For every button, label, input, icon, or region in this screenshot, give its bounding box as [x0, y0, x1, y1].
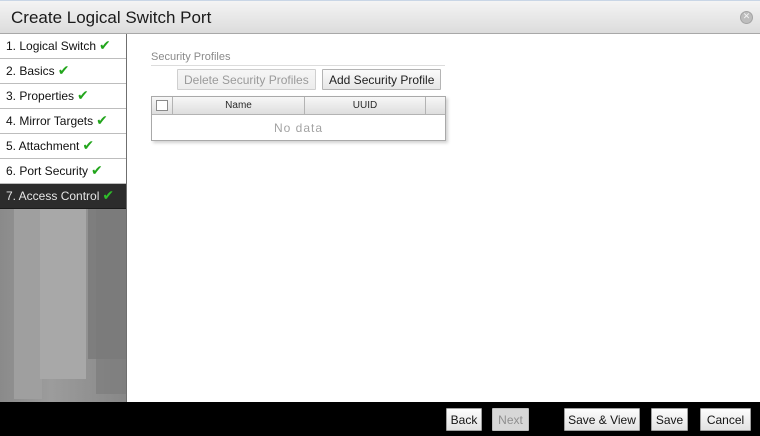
- wizard-content: Security Profiles Delete Security Profil…: [127, 34, 760, 402]
- step-label: 4. Mirror Targets: [6, 114, 94, 128]
- select-all-column: [152, 97, 173, 115]
- step-label: 7. Access Control: [6, 189, 100, 203]
- column-header-uuid[interactable]: UUID: [305, 97, 426, 115]
- wizard-step-basics[interactable]: 2. Basics ✔: [0, 59, 126, 84]
- security-profiles-table: Name UUID No data: [151, 96, 446, 141]
- table-header: Name UUID: [152, 97, 445, 115]
- select-all-checkbox[interactable]: [156, 100, 168, 111]
- section-title: Security Profiles: [151, 51, 231, 63]
- section-divider: [151, 65, 445, 66]
- save-and-view-button[interactable]: Save & View: [564, 408, 640, 431]
- checkmark-icon: ✔: [102, 188, 115, 204]
- column-menu-spacer: [426, 97, 445, 115]
- sidebar-decoration: [40, 209, 86, 379]
- step-label: 2. Basics: [6, 64, 55, 78]
- step-label: 1. Logical Switch: [6, 39, 97, 53]
- dialog-titlebar: Create Logical Switch Port ✕: [0, 0, 760, 34]
- save-button[interactable]: Save: [651, 408, 688, 431]
- sidebar-decoration: [96, 209, 126, 394]
- checkmark-icon: ✔: [77, 88, 89, 104]
- checkmark-icon: ✔: [91, 163, 103, 179]
- step-label: 6. Port Security: [6, 164, 89, 178]
- wizard-step-mirror-targets[interactable]: 4. Mirror Targets ✔: [0, 109, 126, 134]
- step-label: 3. Properties: [6, 89, 75, 103]
- cancel-button[interactable]: Cancel: [700, 408, 751, 431]
- checkmark-icon: ✔: [96, 113, 108, 129]
- dialog-title: Create Logical Switch Port: [11, 8, 212, 27]
- step-label: 5. Attachment: [6, 139, 80, 153]
- add-security-profile-button[interactable]: Add Security Profile: [322, 69, 442, 90]
- wizard-step-properties[interactable]: 3. Properties ✔: [0, 84, 126, 109]
- delete-security-profiles-button[interactable]: Delete Security Profiles: [177, 69, 316, 90]
- wizard-step-port-security[interactable]: 6. Port Security ✔: [0, 159, 126, 184]
- empty-table-message: No data: [273, 121, 324, 135]
- next-button[interactable]: Next: [492, 408, 529, 431]
- sidebar-decoration: [14, 209, 42, 399]
- wizard-step-logical-switch[interactable]: 1. Logical Switch ✔: [0, 34, 126, 59]
- checkmark-icon: ✔: [99, 38, 111, 54]
- wizard-footer: Back Next Save & View Save Cancel: [0, 402, 760, 436]
- checkmark-icon: ✔: [82, 138, 95, 154]
- wizard-steps-sidebar: 1. Logical Switch ✔ 2. Basics ✔ 3. Propert…: [0, 34, 127, 402]
- checkmark-icon: ✔: [57, 63, 70, 79]
- wizard-step-access-control[interactable]: 7. Access Control ✔: [0, 184, 126, 209]
- column-header-name[interactable]: Name: [173, 97, 305, 115]
- wizard-step-attachment[interactable]: 5. Attachment ✔: [0, 134, 126, 159]
- close-icon[interactable]: ✕: [740, 11, 753, 24]
- back-button[interactable]: Back: [446, 408, 482, 431]
